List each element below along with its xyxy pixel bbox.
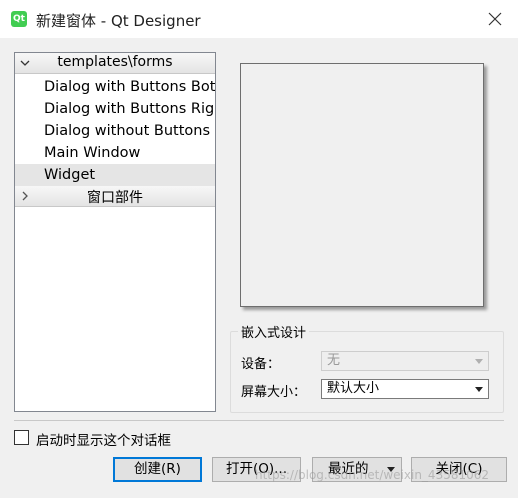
startup-checkbox-label[interactable]: 启动时显示这个对话框	[36, 429, 171, 449]
screen-size-value: 默认大小	[327, 381, 380, 396]
device-combobox: 无	[321, 351, 489, 371]
device-value: 无	[327, 353, 341, 368]
template-item-widget[interactable]: Widget	[15, 164, 215, 186]
screen-size-label: 屏幕大小：	[241, 385, 307, 400]
title-bar: Qt 新建窗体 - Qt Designer	[0, 0, 518, 38]
window-title: 新建窗体 - Qt Designer	[36, 12, 201, 30]
dropdown-arrow-icon	[475, 359, 483, 364]
device-label: 设备：	[241, 357, 281, 372]
watermark: https://blog.csdn.net/weixin_43581062	[255, 468, 490, 482]
form-preview	[240, 63, 484, 307]
template-item-dialog-buttons-right[interactable]: Dialog with Buttons Right	[15, 98, 215, 120]
create-button[interactable]: 创建(R)	[113, 457, 202, 482]
template-item-dialog-buttons-bottom[interactable]: Dialog with Buttons Bottom	[15, 76, 215, 98]
category-label: 窗口部件	[87, 190, 143, 206]
category-widgets[interactable]: 窗口部件	[15, 186, 215, 207]
template-tree[interactable]: templates\forms Dialog with Buttons Bott…	[14, 52, 216, 412]
template-item-dialog-without-buttons[interactable]: Dialog without Buttons	[15, 120, 215, 142]
startup-checkbox[interactable]	[14, 430, 29, 445]
category-templates-forms[interactable]: templates\forms	[15, 53, 215, 74]
screen-size-combobox[interactable]: 默认大小	[321, 379, 489, 399]
category-label: templates\forms	[57, 54, 173, 70]
qt-logo-icon: Qt	[11, 11, 27, 27]
embedded-design-group	[230, 331, 504, 413]
embedded-design-title: 嵌入式设计	[238, 322, 310, 341]
window-close-button[interactable]	[472, 0, 518, 38]
dropdown-arrow-icon	[475, 387, 483, 392]
divider	[14, 420, 504, 421]
close-icon	[488, 12, 502, 26]
template-item-main-window[interactable]: Main Window	[15, 142, 215, 164]
